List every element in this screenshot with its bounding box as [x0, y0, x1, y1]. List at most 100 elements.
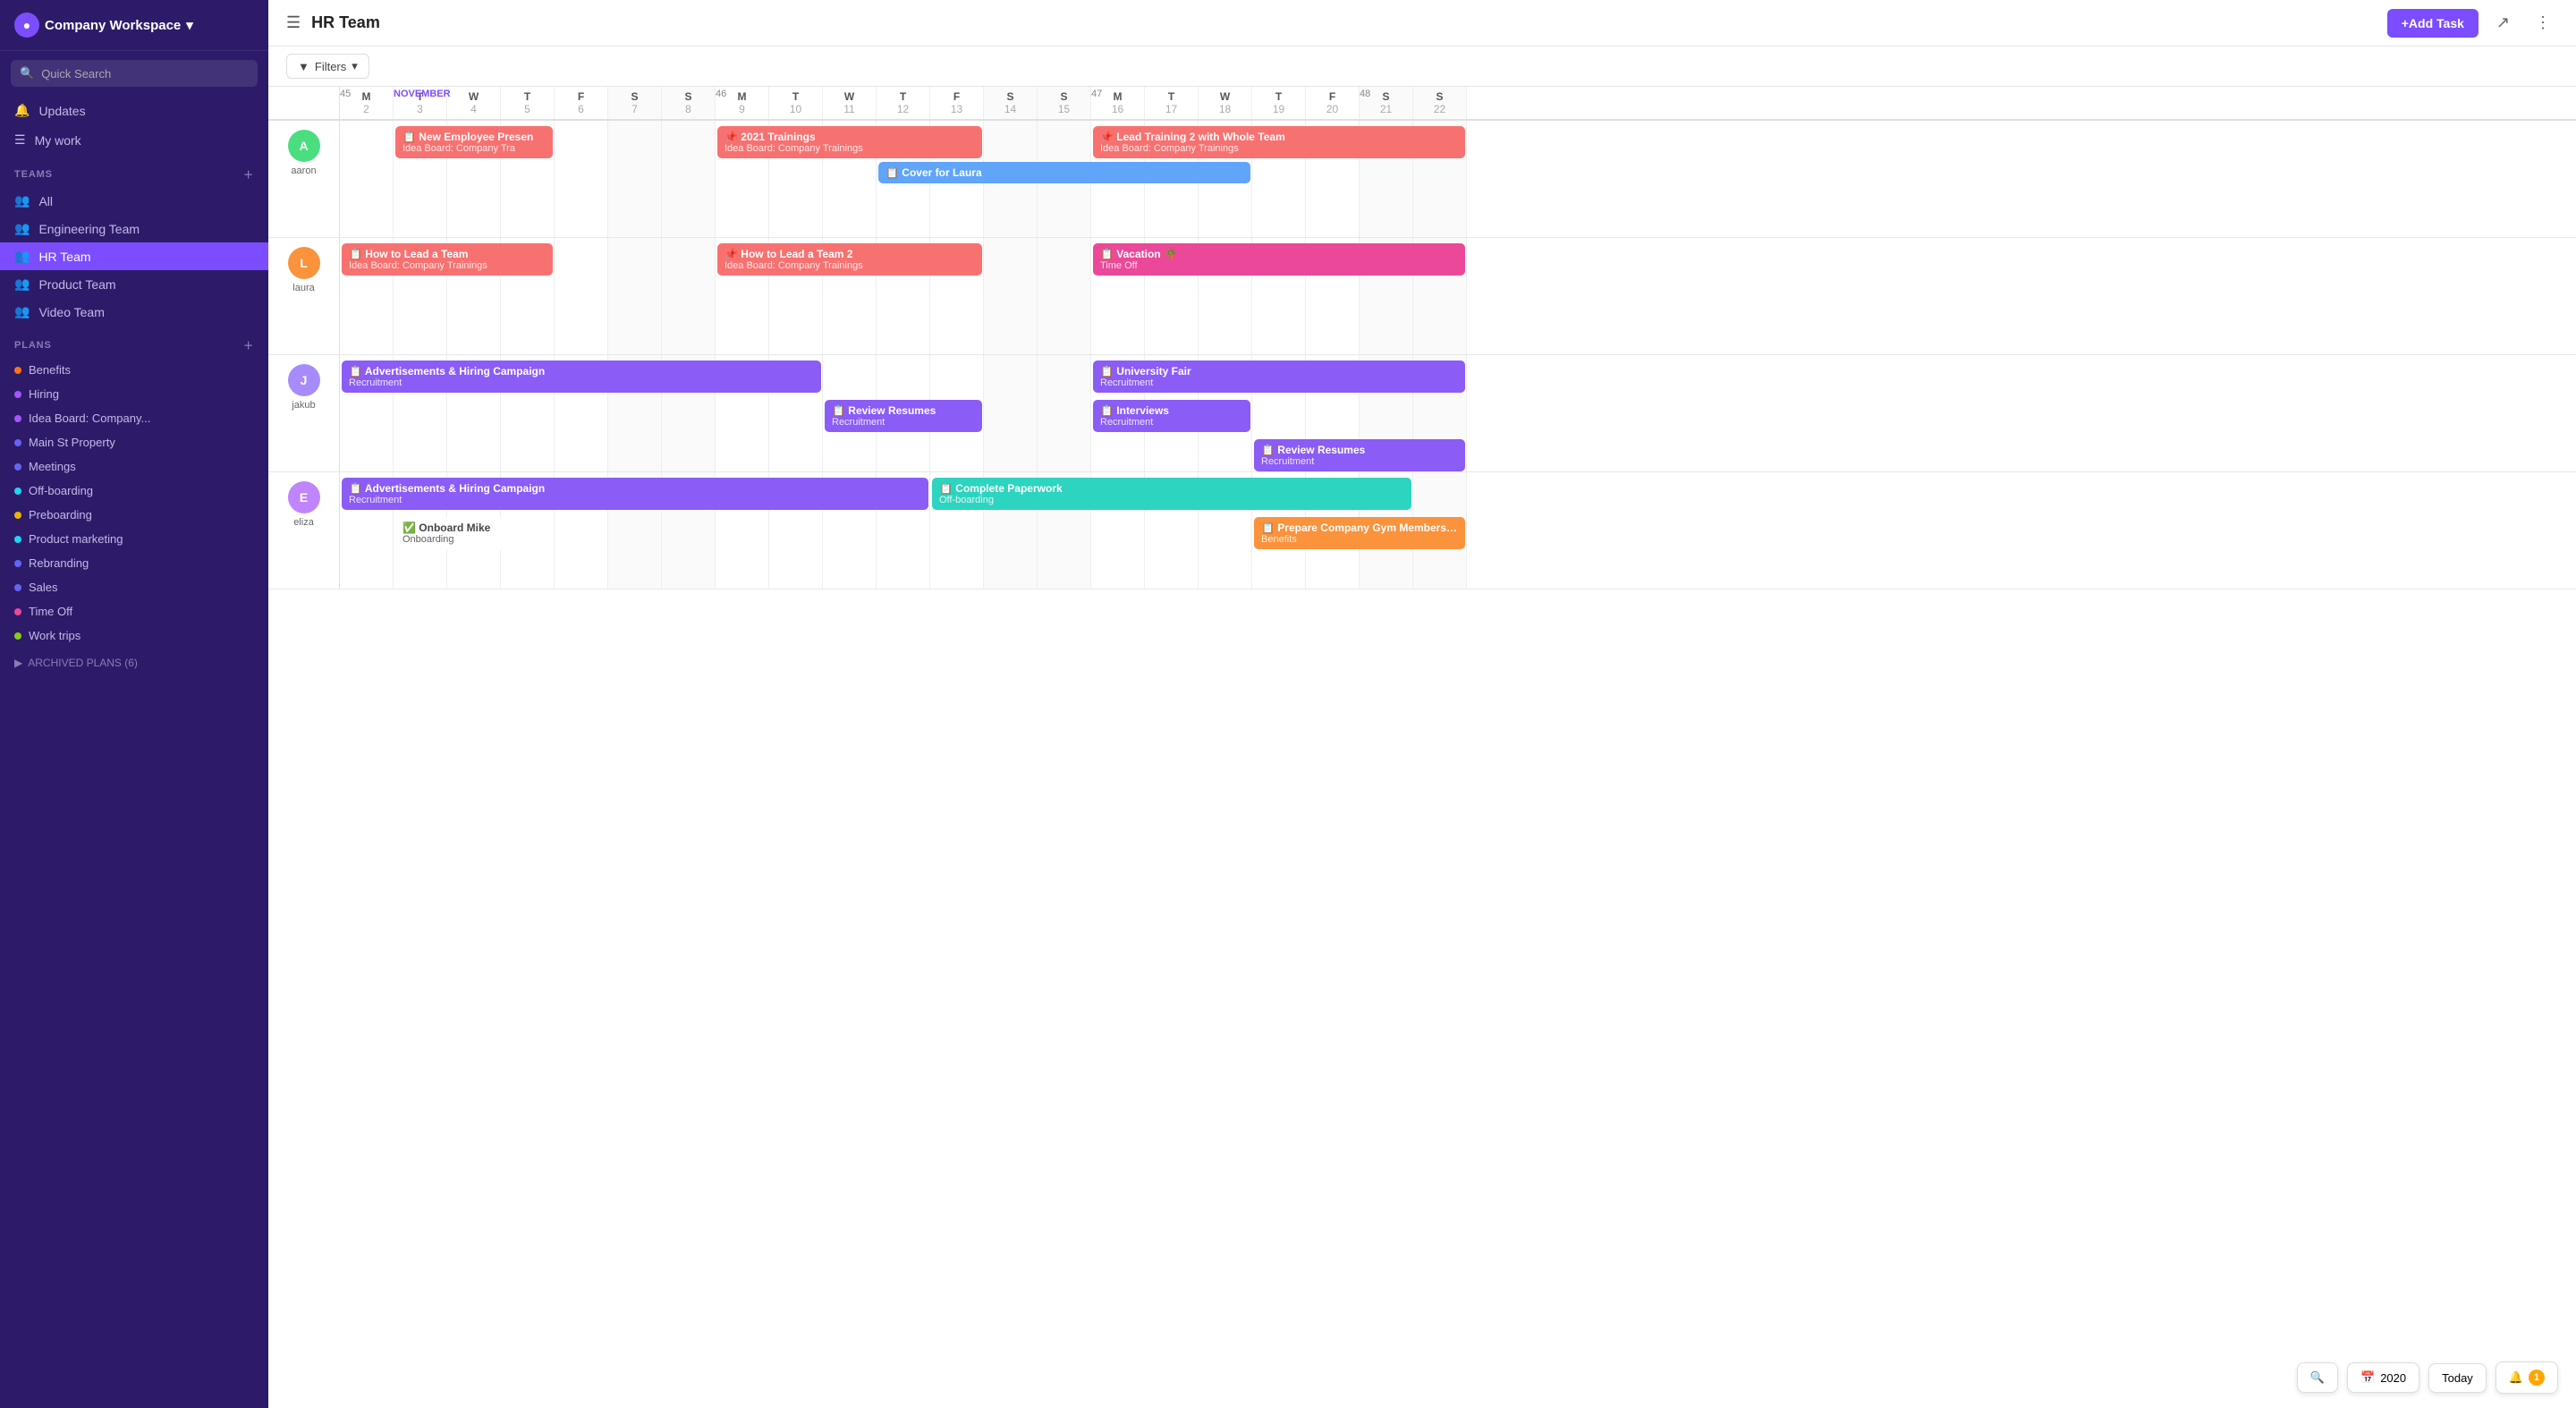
task-bar[interactable]: 📋 Review ResumesRecruitment: [825, 400, 982, 432]
avatar: A: [288, 130, 320, 162]
calendar-container[interactable]: 45464748NOVEMBERM2T3W4T5F6S7S8M9T10W11T1…: [268, 87, 2576, 1408]
search-icon: 🔍: [2310, 1370, 2325, 1385]
today-button[interactable]: Today: [2428, 1363, 2487, 1393]
plan-item-6[interactable]: Preboarding: [0, 503, 268, 527]
task-bar[interactable]: 📋 Review ResumesRecruitment: [1254, 439, 1465, 471]
plan-label: Work trips: [29, 629, 80, 642]
add-task-button[interactable]: +Add Task: [2387, 9, 2479, 38]
day-cell: [1038, 355, 1091, 471]
task-bar[interactable]: 📌 Lead Training 2 with Whole TeamIdea Bo…: [1093, 126, 1465, 158]
bell-icon: 🔔: [2509, 1370, 2523, 1385]
more-options-icon[interactable]: ⋮: [2528, 10, 2558, 36]
sidebar-item-hr[interactable]: 👥 HR Team: [0, 242, 268, 270]
main-area: ☰ HR Team +Add Task ↗ ⋮ ▼ Filters ▾ 4546…: [268, 0, 2576, 1408]
days-grid: 📋 How to Lead a TeamIdea Board: Company …: [340, 238, 2576, 354]
plan-label: Rebranding: [29, 556, 89, 570]
plan-dot: [14, 560, 21, 567]
archived-section[interactable]: ▶ ARCHIVED PLANS (6): [0, 648, 268, 678]
day-header-cell: S15: [1038, 87, 1091, 119]
avatar: L: [288, 247, 320, 279]
plans-section-header: PLANS ＋: [0, 326, 268, 358]
bottombar: 🔍 📅 2020 Today 🔔 1: [2297, 1361, 2558, 1394]
plan-item-1[interactable]: Hiring: [0, 382, 268, 406]
task-bar[interactable]: ✅ Onboard MikeOnboarding: [395, 517, 553, 549]
day-headers: 45464748NOVEMBERM2T3W4T5F6S7S8M9T10W11T1…: [340, 87, 1467, 119]
person-row: Aaaron 📋 New Employee PresenIdea Board: C…: [268, 121, 2576, 238]
plan-item-9[interactable]: Sales: [0, 575, 268, 599]
day-cell: [608, 121, 662, 237]
task-bar[interactable]: 📋 Prepare Company Gym MembershipsBenefit…: [1254, 517, 1465, 549]
sidebar-item-mywork[interactable]: ☰ My work: [0, 125, 268, 155]
day-header-cell: F6: [555, 87, 608, 119]
search-bar[interactable]: 🔍 Quick Search: [11, 60, 258, 87]
archived-icon: ▶: [14, 657, 22, 669]
bell-icon: 🔔: [14, 103, 30, 118]
filter-button[interactable]: ▼ Filters ▾: [286, 54, 369, 79]
person-name: laura: [292, 283, 314, 293]
day-cell: [555, 121, 608, 237]
team-icon: 👥: [14, 249, 30, 264]
avatar: J: [288, 364, 320, 396]
task-bar[interactable]: 📋 Advertisements & Hiring CampaignRecrui…: [342, 360, 821, 393]
sidebar-item-video[interactable]: 👥 Video Team: [0, 298, 268, 326]
calendar-header: 45464748NOVEMBERM2T3W4T5F6S7S8M9T10W11T1…: [268, 87, 2576, 121]
task-bar[interactable]: 📋 Advertisements & Hiring CampaignRecrui…: [342, 478, 928, 510]
task-bar[interactable]: 📋 Cover for Laura: [878, 162, 1250, 183]
person-info: Jjakub: [268, 355, 340, 471]
sidebar: ● Company Workspace ▾ 🔍 Quick Search 🔔 U…: [0, 0, 268, 1408]
day-header-cell: W18: [1199, 87, 1252, 119]
day-header-cell: F20: [1306, 87, 1360, 119]
sidebar-item-product[interactable]: 👥 Product Team: [0, 270, 268, 298]
plan-item-4[interactable]: Meetings: [0, 454, 268, 479]
task-bar[interactable]: 📋 New Employee PresenIdea Board: Company…: [395, 126, 553, 158]
notification-button[interactable]: 🔔 1: [2496, 1361, 2558, 1394]
day-cell: [1038, 238, 1091, 354]
task-bar[interactable]: 📋 How to Lead a TeamIdea Board: Company …: [342, 243, 553, 276]
sidebar-item-engineering[interactable]: 👥 Engineering Team: [0, 215, 268, 242]
filterbar: ▼ Filters ▾: [268, 47, 2576, 87]
task-bar[interactable]: 📋 InterviewsRecruitment: [1093, 400, 1250, 432]
chevron-down-icon: ▾: [186, 17, 193, 33]
task-bar[interactable]: 📋 University FairRecruitment: [1093, 360, 1465, 393]
person-name: aaron: [291, 165, 316, 176]
sidebar-item-all[interactable]: 👥 All: [0, 187, 268, 215]
plan-label: Benefits: [29, 363, 71, 377]
search-zoom-button[interactable]: 🔍: [2297, 1362, 2338, 1393]
day-header-cell: T17: [1145, 87, 1199, 119]
day-header-cell: W11: [823, 87, 877, 119]
add-plan-icon[interactable]: ＋: [243, 338, 254, 352]
plan-dot: [14, 632, 21, 640]
page-title: HR Team: [311, 13, 2377, 32]
day-header-cell: T10: [769, 87, 823, 119]
sidebar-item-updates[interactable]: 🔔 Updates: [0, 96, 268, 125]
person-row: Jjakub📋 Advertisements & Hiring Campaign…: [268, 355, 2576, 472]
plan-item-5[interactable]: Off-boarding: [0, 479, 268, 503]
plan-item-10[interactable]: Time Off: [0, 599, 268, 623]
plan-item-11[interactable]: Work trips: [0, 623, 268, 648]
person-info: Llaura: [268, 238, 340, 354]
share-icon[interactable]: ↗: [2489, 10, 2517, 36]
task-bar[interactable]: 📌 How to Lead a Team 2Idea Board: Compan…: [717, 243, 982, 276]
plan-item-7[interactable]: Product marketing: [0, 527, 268, 551]
plan-item-3[interactable]: Main St Property: [0, 430, 268, 454]
day-header-cell: W4: [447, 87, 501, 119]
plan-item-0[interactable]: Benefits: [0, 358, 268, 382]
add-team-icon[interactable]: ＋: [243, 167, 254, 182]
calendar-icon: 📅: [2360, 1370, 2375, 1385]
plan-item-2[interactable]: Idea Board: Company...: [0, 406, 268, 430]
plan-label: Meetings: [29, 460, 76, 473]
plan-dot: [14, 391, 21, 398]
days-grid: 📋 Advertisements & Hiring CampaignRecrui…: [340, 472, 2576, 589]
team-icon: 👥: [14, 304, 30, 319]
sidebar-header: ● Company Workspace ▾: [0, 0, 268, 51]
plan-item-8[interactable]: Rebranding: [0, 551, 268, 575]
workspace-name[interactable]: ● Company Workspace ▾: [14, 13, 193, 38]
plan-label: Hiring: [29, 387, 59, 401]
menu-icon[interactable]: ☰: [286, 13, 301, 32]
task-bar[interactable]: 📋 Vacation 🌴Time Off: [1093, 243, 1465, 276]
year-selector[interactable]: 📅 2020: [2347, 1362, 2419, 1393]
task-bar[interactable]: 📋 Complete PaperworkOff-boarding: [932, 478, 1411, 510]
calendar-rows: Aaaron 📋 New Employee PresenIdea Board: C…: [268, 121, 2576, 589]
task-bar[interactable]: 📌 2021 TrainingsIdea Board: Company Trai…: [717, 126, 982, 158]
person-row: Llaura📋 How to Lead a TeamIdea Board: Co…: [268, 238, 2576, 355]
